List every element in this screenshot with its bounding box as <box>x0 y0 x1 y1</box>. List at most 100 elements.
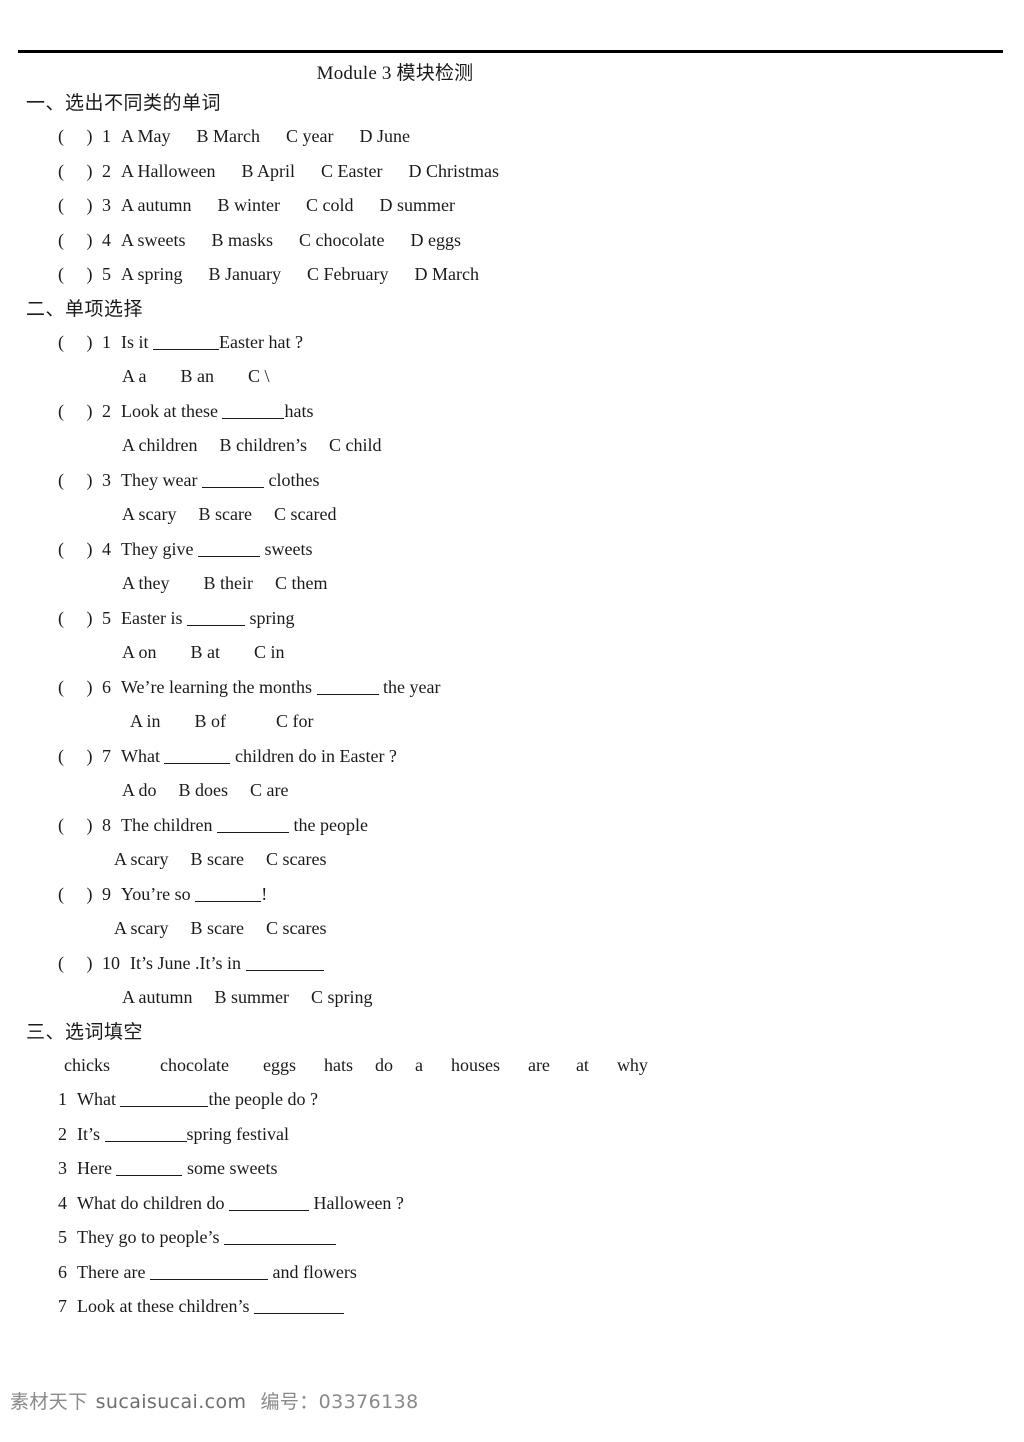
option-b[interactable]: B scare <box>198 497 251 532</box>
option-c[interactable]: C cold <box>306 188 354 223</box>
word-bank-item[interactable]: houses <box>451 1048 500 1083</box>
fill-row: 7 Look at these children’s <box>0 1289 1024 1324</box>
option-a[interactable]: A autumn <box>122 980 193 1015</box>
answer-blank[interactable] <box>201 471 264 488</box>
answer-paren[interactable]: ( ) <box>58 670 102 705</box>
option-b[interactable]: B does <box>179 773 229 808</box>
question-number: 1 <box>102 126 111 146</box>
word-bank-item[interactable]: hats <box>324 1048 353 1083</box>
answer-paren[interactable]: ( ) <box>58 601 102 636</box>
option-b[interactable]: B scare <box>190 911 243 946</box>
option-d[interactable]: D eggs <box>410 223 461 258</box>
answer-paren[interactable]: ( ) <box>58 532 102 567</box>
answer-paren[interactable]: ( ) <box>58 808 102 843</box>
answer-paren[interactable]: ( ) <box>58 739 102 774</box>
answer-paren[interactable]: ( ) <box>58 877 102 912</box>
answer-blank[interactable] <box>253 1297 344 1314</box>
fill-row: 1 What the people do ? <box>0 1082 1024 1117</box>
answer-blank[interactable] <box>228 1194 309 1211</box>
option-a[interactable]: A Halloween <box>121 154 215 189</box>
option-b[interactable]: B an <box>181 359 215 394</box>
option-row: A autumn B summer C spring <box>0 980 1024 1015</box>
word-bank-item[interactable]: at <box>576 1048 589 1083</box>
option-c[interactable]: C scares <box>266 911 326 946</box>
option-d[interactable]: D June <box>359 119 410 154</box>
option-b[interactable]: B their <box>204 566 254 601</box>
word-bank-item[interactable]: chocolate <box>160 1048 229 1083</box>
option-b[interactable]: B winter <box>218 188 281 223</box>
option-c[interactable]: C them <box>275 566 328 601</box>
option-b[interactable]: B scare <box>190 842 243 877</box>
answer-paren[interactable]: ( ) <box>58 119 102 154</box>
option-a[interactable]: A children <box>122 428 197 463</box>
answer-blank[interactable] <box>216 816 289 833</box>
option-b[interactable]: B of <box>195 704 227 739</box>
stem-before: Here <box>77 1158 117 1178</box>
option-c[interactable]: C in <box>254 635 285 670</box>
option-a[interactable]: A sweets <box>121 223 186 258</box>
watermark-footer: 素材天下 sucaisucai.com 编号：03376138 <box>10 1387 419 1414</box>
answer-blank[interactable] <box>164 747 231 764</box>
option-c[interactable]: C are <box>250 773 288 808</box>
stem-before: The children <box>121 814 217 835</box>
answer-blank[interactable] <box>223 1228 336 1245</box>
option-a[interactable]: A spring <box>121 257 183 292</box>
answer-blank[interactable] <box>116 1159 183 1176</box>
option-d[interactable]: D March <box>414 257 478 292</box>
answer-paren[interactable]: ( ) <box>58 223 102 258</box>
option-c[interactable]: C chocolate <box>299 223 384 258</box>
option-c[interactable]: C spring <box>311 980 373 1015</box>
word-bank-item[interactable]: do <box>375 1048 393 1083</box>
answer-paren[interactable]: ( ) <box>58 257 102 292</box>
option-a[interactable]: A scary <box>122 497 176 532</box>
option-c[interactable]: C Easter <box>321 154 382 189</box>
option-d[interactable]: D Christmas <box>408 154 499 189</box>
option-b[interactable]: B children’s <box>219 428 307 463</box>
option-a[interactable]: A in <box>130 704 161 739</box>
answer-paren[interactable]: ( ) <box>58 394 102 429</box>
option-c[interactable]: C child <box>329 428 382 463</box>
answer-blank[interactable] <box>316 678 379 695</box>
option-c[interactable]: C February <box>307 257 388 292</box>
option-d[interactable]: D summer <box>380 188 456 223</box>
word-bank-item[interactable]: chicks <box>64 1048 110 1083</box>
option-a[interactable]: A do <box>122 773 157 808</box>
answer-blank[interactable] <box>120 1090 209 1107</box>
answer-paren[interactable]: ( ) <box>58 946 102 981</box>
option-c[interactable]: C for <box>276 704 314 739</box>
answer-blank[interactable] <box>104 1125 187 1142</box>
option-b[interactable]: B masks <box>212 223 274 258</box>
option-b[interactable]: B April <box>241 154 295 189</box>
word-bank-item[interactable]: why <box>617 1048 648 1083</box>
answer-paren[interactable]: ( ) <box>58 325 102 360</box>
option-a[interactable]: A May <box>121 119 171 154</box>
option-c[interactable]: C year <box>286 119 333 154</box>
stem-after: Halloween ? <box>308 1192 404 1213</box>
answer-blank[interactable] <box>195 885 262 902</box>
answer-paren[interactable]: ( ) <box>58 188 102 223</box>
option-a[interactable]: A scary <box>114 911 168 946</box>
option-b[interactable]: B at <box>191 635 221 670</box>
answer-paren[interactable]: ( ) <box>58 154 102 189</box>
option-a[interactable]: A on <box>122 635 157 670</box>
answer-blank[interactable] <box>245 954 324 971</box>
option-c[interactable]: C scares <box>266 842 326 877</box>
answer-blank[interactable] <box>197 540 260 557</box>
word-bank-item[interactable]: a <box>415 1048 423 1083</box>
option-a[interactable]: A a <box>122 359 147 394</box>
answer-blank[interactable] <box>186 609 245 626</box>
answer-blank[interactable] <box>149 1263 268 1280</box>
answer-blank[interactable] <box>153 333 220 350</box>
option-b[interactable]: B March <box>197 119 260 154</box>
answer-paren[interactable]: ( ) <box>58 463 102 498</box>
option-c[interactable]: C scared <box>274 497 336 532</box>
answer-blank[interactable] <box>222 402 285 419</box>
option-a[interactable]: A scary <box>114 842 168 877</box>
option-a[interactable]: A autumn <box>121 188 192 223</box>
option-c[interactable]: C \ <box>248 359 270 394</box>
word-bank-item[interactable]: eggs <box>263 1048 296 1083</box>
word-bank-item[interactable]: are <box>528 1048 550 1083</box>
option-a[interactable]: A they <box>122 566 170 601</box>
option-b[interactable]: B January <box>209 257 281 292</box>
option-b[interactable]: B summer <box>215 980 290 1015</box>
